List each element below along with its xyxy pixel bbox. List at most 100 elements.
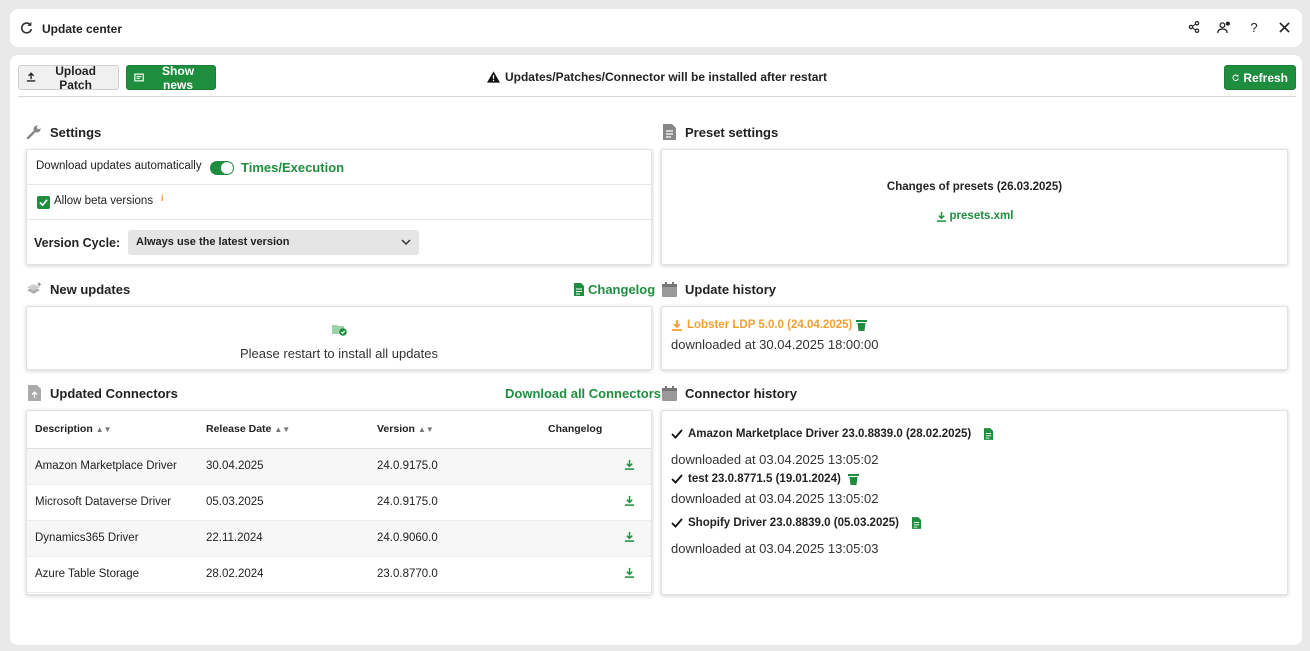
connector-history-entry-name: Shopify Driver 23.0.8839.0 (05.03.2025) [688, 517, 899, 529]
cell-changelog [540, 484, 651, 521]
allow-beta-label: Allow beta versions [54, 195, 154, 207]
cell-release-date: 28.02.2024 [198, 556, 369, 593]
download-icon [672, 320, 682, 331]
trash-icon[interactable] [856, 319, 868, 331]
preset-file-name: presets.xml [949, 210, 1014, 222]
column-release-label: Release Date [206, 423, 272, 436]
cell-description: Dynamics365 Driver [27, 520, 198, 557]
table-row: Microsoft Dataverse Driver 05.03.2025 24… [27, 484, 651, 521]
refresh-icon [20, 21, 33, 37]
connector-history-entry-time: downloaded at 03.04.2025 13:05:02 [671, 452, 879, 467]
download-all-label: Download all Connectors [505, 386, 662, 401]
sort-icon[interactable]: ▲▼ [418, 425, 434, 434]
column-release-date[interactable]: Release Date ▲▼ [198, 411, 369, 449]
update-history-card: Lobster LDP 5.0.0 (24.04.2025) downloade… [661, 306, 1288, 370]
column-changelog-label: Changelog [548, 423, 603, 436]
connector-history-header: Connector history [661, 385, 797, 401]
column-description-label: Description [35, 423, 93, 436]
column-description[interactable]: Description ▲▼ [27, 411, 198, 449]
info-icon[interactable]: i [161, 193, 164, 203]
changelog-icon[interactable] [911, 517, 921, 529]
settings-header: Settings [26, 124, 101, 140]
connector-history-entry-time: downloaded at 03.04.2025 13:05:02 [671, 491, 879, 506]
changelog-icon [574, 283, 584, 296]
calendar-icon [661, 385, 677, 401]
wrench-icon [26, 124, 42, 140]
connectors-table: Description ▲▼ Release Date ▲▼ Version ▲▼ C… [27, 411, 651, 593]
refresh-label: Refresh [1243, 70, 1288, 85]
refresh-icon [1232, 74, 1239, 81]
new-updates-card: Please restart to install all updates [26, 306, 652, 370]
download-auto-toggle[interactable] [210, 161, 234, 175]
column-version[interactable]: Version ▲▼ [369, 411, 540, 449]
preset-card: Changes of presets (26.03.2025) presets.… [661, 149, 1288, 265]
download-icon[interactable] [624, 459, 635, 470]
help-icon[interactable]: ? [1246, 19, 1262, 35]
close-icon[interactable] [1276, 19, 1292, 35]
user-support-icon[interactable] [1216, 19, 1232, 35]
changelog-link[interactable]: Changelog [574, 282, 655, 297]
settings-title: Settings [50, 124, 102, 140]
cell-version: 24.0.9175.0 [369, 484, 540, 521]
restart-message: Please restart to install all updates [240, 346, 438, 361]
version-cycle-value: Always use the latest version [136, 236, 290, 248]
connector-history-entry-name: Amazon Marketplace Driver 23.0.8839.0 (2… [688, 428, 972, 440]
changelog-icon[interactable] [984, 428, 994, 440]
document-icon [661, 124, 677, 140]
refresh-button[interactable]: Refresh [1224, 65, 1296, 90]
cell-version: 23.0.8770.0 [369, 556, 540, 593]
download-all-connectors-link[interactable]: Download all Connectors [505, 386, 661, 401]
connector-history-entry: Amazon Marketplace Driver 23.0.8839.0 (2… [671, 428, 994, 440]
connector-history-entry: Shopify Driver 23.0.8839.0 (05.03.2025) [671, 517, 921, 529]
cell-description: Microsoft Dataverse Driver [27, 484, 198, 521]
connector-history-card: Amazon Marketplace Driver 23.0.8839.0 (2… [661, 410, 1288, 595]
sort-icon[interactable]: ▲▼ [274, 425, 290, 434]
trash-icon[interactable] [847, 473, 859, 485]
table-row: Amazon Marketplace Driver 30.04.2025 24.… [27, 448, 651, 485]
check-icon [39, 199, 48, 207]
check-icon [671, 518, 683, 528]
connector-history-title: Connector history [685, 385, 797, 401]
update-history-entry: Lobster LDP 5.0.0 (24.04.2025) [671, 319, 868, 331]
new-updates-header: New updates [26, 281, 130, 297]
sort-icon[interactable]: ▲▼ [96, 425, 112, 434]
column-version-label: Version [377, 423, 415, 436]
update-history-entry-title[interactable]: Lobster LDP 5.0.0 (24.04.2025) [687, 319, 852, 331]
download-icon[interactable] [624, 531, 635, 542]
cell-version: 24.0.9060.0 [369, 520, 540, 557]
toolbar: Upload Patch Show news Updates/Patches/C… [18, 64, 1296, 97]
restart-status-icon [27, 322, 651, 337]
allow-beta-checkbox[interactable] [37, 196, 50, 209]
cell-release-date: 30.04.2025 [198, 448, 369, 485]
preset-file-link[interactable]: presets.xml [662, 210, 1287, 222]
download-auto-row: Download updates automatically Times/Exe… [27, 150, 651, 185]
share-icon[interactable] [1186, 19, 1202, 35]
main-panel: Upload Patch Show news Updates/Patches/C… [10, 55, 1302, 645]
download-auto-label: Download updates automatically [36, 160, 202, 172]
table-row: Dynamics365 Driver 22.11.2024 24.0.9060.… [27, 520, 651, 557]
times-execution-link[interactable]: Times/Execution [241, 160, 344, 175]
window-titlebar: Update center ? [10, 9, 1302, 47]
warning-icon [486, 71, 500, 83]
updated-connectors-title: Updated Connectors [50, 385, 178, 401]
download-icon[interactable] [624, 567, 635, 578]
version-cycle-select[interactable]: Always use the latest version [128, 230, 419, 255]
update-history-entry-time: downloaded at 30.04.2025 18:00:00 [671, 337, 879, 352]
update-history-header: Update history [661, 281, 776, 297]
download-icon[interactable] [624, 495, 635, 506]
notice-text: Updates/Patches/Connector will be instal… [504, 70, 828, 84]
preset-settings-header: Preset settings [661, 124, 778, 140]
cell-changelog [540, 448, 651, 485]
check-icon [671, 474, 683, 484]
download-icon [936, 211, 946, 222]
updated-connectors-header: Updated Connectors [26, 385, 178, 401]
connector-history-entry: test 23.0.8771.5 (19.01.2024) [671, 473, 859, 485]
cell-release-date: 05.03.2025 [198, 484, 369, 521]
cell-description: Amazon Marketplace Driver [27, 448, 198, 485]
connectors-table-card: Description ▲▼ Release Date ▲▼ Version ▲▼ C… [26, 410, 652, 595]
update-history-title: Update history [685, 281, 777, 297]
table-header-row: Description ▲▼ Release Date ▲▼ Version ▲▼ C… [27, 411, 651, 449]
preset-changes-text: Changes of presets (26.03.2025) [886, 181, 1063, 193]
settings-card: Download updates automatically Times/Exe… [26, 149, 652, 265]
check-icon [671, 429, 683, 439]
